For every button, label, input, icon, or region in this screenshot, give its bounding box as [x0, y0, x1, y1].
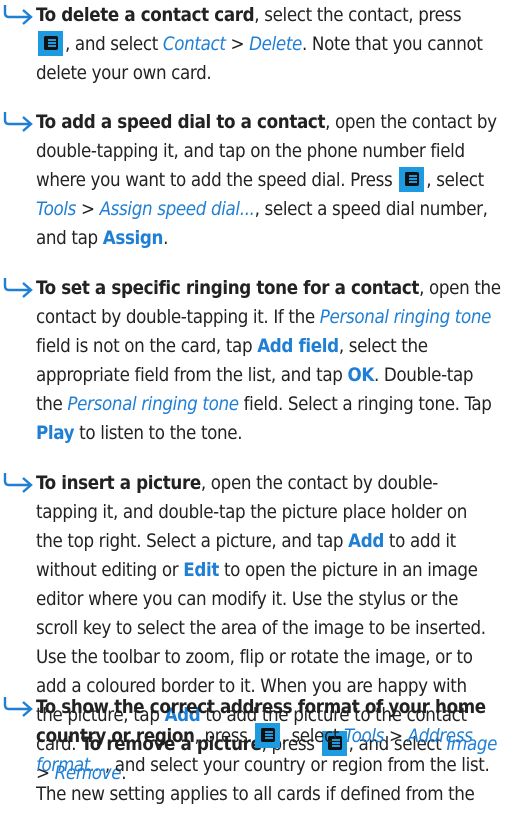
text-line: where you want to add the speed dial. Pr…: [36, 167, 517, 194]
text-line: field is not on the card, tap Add field,…: [36, 336, 428, 357]
menu-key-icon: [254, 723, 280, 748]
text-line: The new setting applies to all cards if …: [36, 784, 475, 805]
menu-key-icon: [38, 31, 63, 56]
menu-key-icon: [399, 167, 425, 192]
text-line: the Personal ringing tone field. Select …: [36, 394, 492, 415]
text-line: and tap Assign.: [36, 228, 169, 249]
arrow-bullet-icon: [3, 112, 33, 132]
text-line: Play to listen to the tone.: [36, 423, 243, 444]
instruction-title: To insert a picture: [36, 473, 201, 494]
arrow-bullet-icon: [3, 5, 33, 25]
text-line: To add a speed dial to a contact, open t…: [36, 112, 497, 133]
arrow-bullet-icon: [3, 278, 33, 298]
text-line: To insert a picture, open the contact by…: [36, 473, 438, 494]
manual-page: To delete a contact card, select the con…: [0, 0, 517, 818]
text-line: scroll key to select the area of the ima…: [36, 618, 486, 639]
instruction-title: To delete a contact card: [36, 5, 255, 26]
text-line: , and select Contact > Delete. Note that…: [36, 31, 517, 58]
instruction-title: To set a specific ringing tone for a con…: [36, 278, 420, 299]
text-line: appropriate field from the list, and tap…: [36, 365, 474, 386]
text-line: To show the correct address format of yo…: [36, 694, 517, 721]
arrow-bullet-icon: [3, 473, 33, 493]
text-line: delete your own card.: [36, 63, 212, 84]
arrow-bullet-icon: [3, 697, 33, 717]
text-line: without editing or Edit to open the pict…: [36, 560, 478, 581]
text-line: To set a specific ringing tone for a con…: [36, 278, 501, 299]
text-line: double-tapping it, and tap on the phone …: [36, 141, 465, 162]
text-line: To delete a contact card, select the con…: [36, 5, 462, 26]
text-line: Use the toolbar to zoom, flip or rotate …: [36, 647, 473, 668]
instruction-title: To add a speed dial to a contact: [36, 112, 326, 133]
text-line: Tools > Assign speed dial..., select a s…: [36, 199, 488, 220]
instruction-title: To show the correct address format of yo…: [36, 697, 486, 718]
text-line: editor where you can modify it. Use the …: [36, 589, 459, 610]
text-line: the top right. Select a picture, and tap…: [36, 531, 456, 552]
text-line: contact by double-tapping it. If the Per…: [36, 307, 492, 328]
text-line: country or region, press , select Tools …: [36, 723, 517, 750]
text-line: format..., and select your country or re…: [36, 755, 490, 776]
text-line: tapping it, and double-tap the picture p…: [36, 502, 467, 523]
